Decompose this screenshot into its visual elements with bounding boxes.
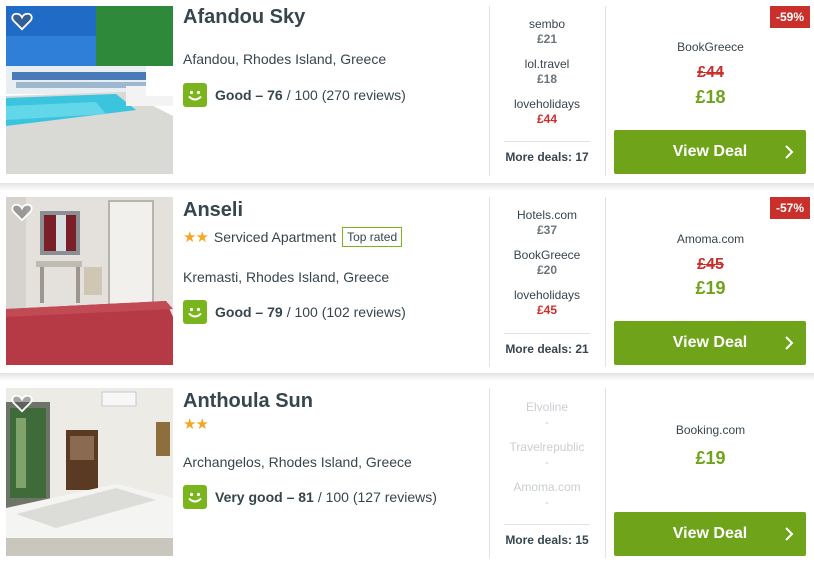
more-deals-link[interactable]: More deals: 15	[504, 524, 590, 547]
view-deal-button[interactable]: View Deal	[614, 321, 806, 365]
best-price[interactable]: £19	[607, 448, 814, 469]
deal-site: Amoma.com	[513, 480, 581, 494]
rating: Good – 76 / 100 (270 reviews)	[183, 82, 406, 108]
deal-price: £20	[536, 263, 558, 277]
star-rating: ★★	[183, 416, 209, 433]
hotel-card: Anseli ★★ Serviced Apartment Top rated Kre…	[0, 191, 814, 373]
deal-row[interactable]: loveholidays £44	[490, 97, 604, 127]
rating-reviews[interactable]: / 100 (270 reviews)	[287, 87, 406, 103]
deal-price: -	[545, 495, 549, 509]
smiley-icon	[183, 83, 207, 107]
view-deal-label: View Deal	[672, 143, 748, 160]
deal-row[interactable]: BookGreece £20	[490, 248, 604, 278]
deal-price: £21	[536, 32, 558, 46]
deal-price: £18	[536, 72, 558, 86]
view-deal-button[interactable]: View Deal	[614, 512, 806, 556]
rating-label: Good – 76	[215, 87, 283, 103]
hotel-location[interactable]: Kremasti, Rhodes Island, Greece	[183, 269, 389, 285]
hotel-stars: ★★	[183, 415, 209, 433]
best-price[interactable]: £18	[607, 87, 814, 108]
discount-badge: -57%	[769, 197, 810, 219]
view-deal-button[interactable]: View Deal	[614, 130, 806, 174]
best-provider[interactable]: Amoma.com	[607, 232, 814, 246]
best-provider[interactable]: Booking.com	[607, 423, 814, 437]
hotel-card: Anthoula Sun ★★ Archangelos, Rhodes Isla…	[0, 382, 814, 563]
hotel-photo[interactable]	[6, 6, 173, 174]
divider	[605, 197, 606, 367]
deal-site: Elvoline	[525, 400, 569, 414]
rating: Very good – 81 / 100 (127 reviews)	[183, 484, 437, 510]
more-deals-link[interactable]: More deals: 21	[504, 333, 590, 356]
old-price: £45	[697, 256, 724, 273]
rating-label: Very good – 81	[215, 489, 314, 505]
deal-site: loveholidays	[513, 97, 581, 111]
hotel-name[interactable]: Afandou Sky	[183, 6, 305, 29]
divider	[605, 388, 606, 558]
card-separator	[0, 373, 814, 381]
hotel-type: Serviced Apartment	[213, 229, 337, 245]
top-rated-badge: Top rated	[342, 227, 403, 247]
rating-reviews[interactable]: / 100 (102 reviews)	[287, 304, 406, 320]
deal-row: Elvoline -	[490, 400, 604, 430]
deal-row: Amoma.com -	[490, 480, 604, 510]
deal-row[interactable]: sembo £21	[490, 17, 604, 47]
deal-price: -	[545, 455, 549, 469]
best-provider[interactable]: BookGreece	[607, 40, 814, 54]
deal-price: £45	[536, 303, 558, 317]
rating: Good – 79 / 100 (102 reviews)	[183, 299, 406, 325]
hotel-name[interactable]: Anthoula Sun	[183, 390, 313, 413]
best-deal: -59% BookGreece £44 £18 View Deal	[607, 0, 814, 183]
hotel-location[interactable]: Afandou, Rhodes Island, Greece	[183, 51, 386, 67]
smiley-icon	[183, 485, 207, 509]
deal-site: sembo	[528, 17, 566, 31]
best-deal: -57% Amoma.com £45 £19 View Deal	[607, 191, 814, 373]
deal-site: Travelrepublic	[509, 440, 585, 454]
star-rating: ★★	[183, 229, 209, 246]
hotel-photo[interactable]	[6, 197, 173, 365]
hotel-name[interactable]: Anseli	[183, 199, 243, 222]
hotel-photo[interactable]	[6, 388, 173, 556]
rating-reviews[interactable]: / 100 (127 reviews)	[318, 489, 437, 505]
card-separator	[0, 183, 814, 191]
divider	[605, 6, 606, 176]
deal-price: -	[545, 415, 549, 429]
deal-row[interactable]: loveholidays £45	[490, 288, 604, 318]
more-deals-link[interactable]: More deals: 17	[504, 141, 590, 164]
deal-site: loveholidays	[513, 288, 581, 302]
hotel-card: Afandou Sky Afandou, Rhodes Island, Gree…	[0, 0, 814, 183]
smiley-icon	[183, 300, 207, 324]
rating-label: Good – 79	[215, 304, 283, 320]
deal-row[interactable]: Hotels.com £37	[490, 208, 604, 238]
favorite-heart-icon[interactable]	[11, 393, 33, 413]
hotel-location[interactable]: Archangelos, Rhodes Island, Greece	[183, 454, 412, 470]
view-deal-label: View Deal	[672, 334, 748, 351]
best-price[interactable]: £19	[607, 278, 814, 299]
deal-row: Travelrepublic -	[490, 440, 604, 470]
hotel-stars: ★★ Serviced Apartment Top rated	[183, 227, 403, 247]
favorite-heart-icon[interactable]	[11, 11, 33, 31]
chevron-right-icon	[785, 527, 794, 541]
deal-site: BookGreece	[513, 248, 581, 262]
old-price: £44	[697, 64, 724, 81]
deal-site: Hotels.com	[516, 208, 578, 222]
chevron-right-icon	[785, 145, 794, 159]
chevron-right-icon	[785, 336, 794, 350]
deal-price: £37	[536, 223, 558, 237]
deal-site: lol.travel	[524, 57, 570, 71]
favorite-heart-icon[interactable]	[11, 202, 33, 222]
best-deal: Booking.com £19 View Deal	[607, 382, 814, 563]
deal-row[interactable]: lol.travel £18	[490, 57, 604, 87]
deal-price: £44	[536, 112, 558, 126]
discount-badge: -59%	[769, 6, 810, 28]
view-deal-label: View Deal	[672, 525, 748, 542]
